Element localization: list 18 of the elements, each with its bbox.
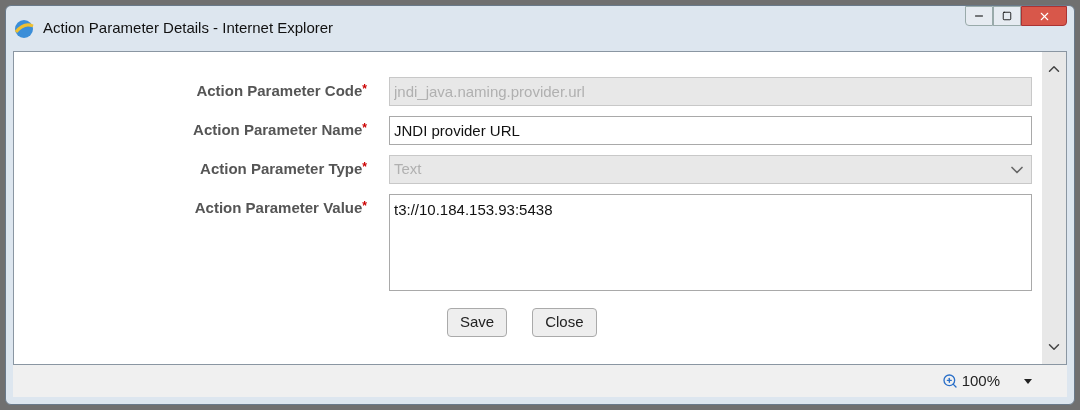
- text-field[interactable]: JNDI provider URL: [389, 116, 1032, 145]
- zoom-level[interactable]: 100%: [961, 369, 1000, 393]
- minimize-button[interactable]: [965, 6, 993, 26]
- dialog-button[interactable]: Save: [447, 308, 508, 337]
- field-label: Action Parameter Code*: [195, 81, 367, 101]
- maximize-button[interactable]: [993, 6, 1021, 26]
- zoom-icon: [941, 373, 958, 389]
- globe-icon: [13, 17, 35, 40]
- dialog-button[interactable]: Close: [532, 308, 597, 337]
- value-textarea[interactable]: t3://10.184.153.93:5438: [389, 194, 1032, 291]
- maximize-icon: [1002, 11, 1012, 21]
- dropdown-arrow-icon[interactable]: [1024, 378, 1032, 384]
- scrollbar[interactable]: [1042, 52, 1066, 364]
- window-title: Action Parameter Details - Internet Explorer: [43, 18, 334, 39]
- field-label: Action Parameter Value*: [193, 198, 367, 218]
- close-button[interactable]: [1021, 6, 1067, 26]
- field-label: Action Parameter Name*: [192, 120, 367, 140]
- field-label: Action Parameter Type*: [199, 159, 367, 179]
